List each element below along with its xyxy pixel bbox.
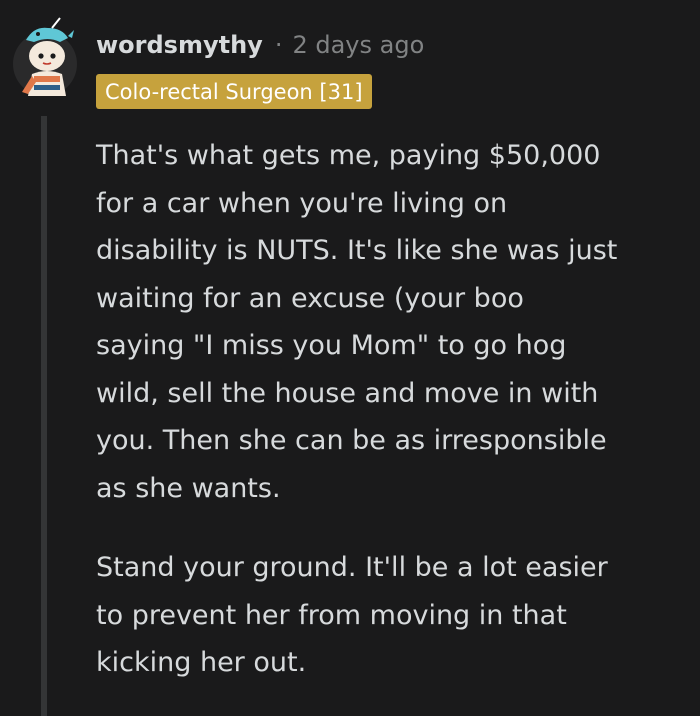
- comment-paragraph: That's what gets me, paying $50,000 for …: [96, 140, 618, 504]
- username-link[interactable]: wordsmythy: [96, 31, 263, 59]
- user-avatar-icon[interactable]: [12, 16, 78, 102]
- user-flair: Colo-rectal Surgeon [31]: [96, 74, 372, 109]
- comment-timestamp[interactable]: 2 days ago: [292, 31, 424, 59]
- comment: wordsmythy · 2 days ago Colo-rectal Surg…: [0, 0, 700, 716]
- comment-paragraph: Stand your ground. It'll be a lot easier…: [96, 552, 608, 678]
- thread-line[interactable]: [41, 116, 47, 716]
- meta-separator: ·: [274, 31, 283, 59]
- comment-body: That's what gets me, paying $50,000 for …: [96, 132, 686, 687]
- comment-header: wordsmythy · 2 days ago: [96, 28, 424, 62]
